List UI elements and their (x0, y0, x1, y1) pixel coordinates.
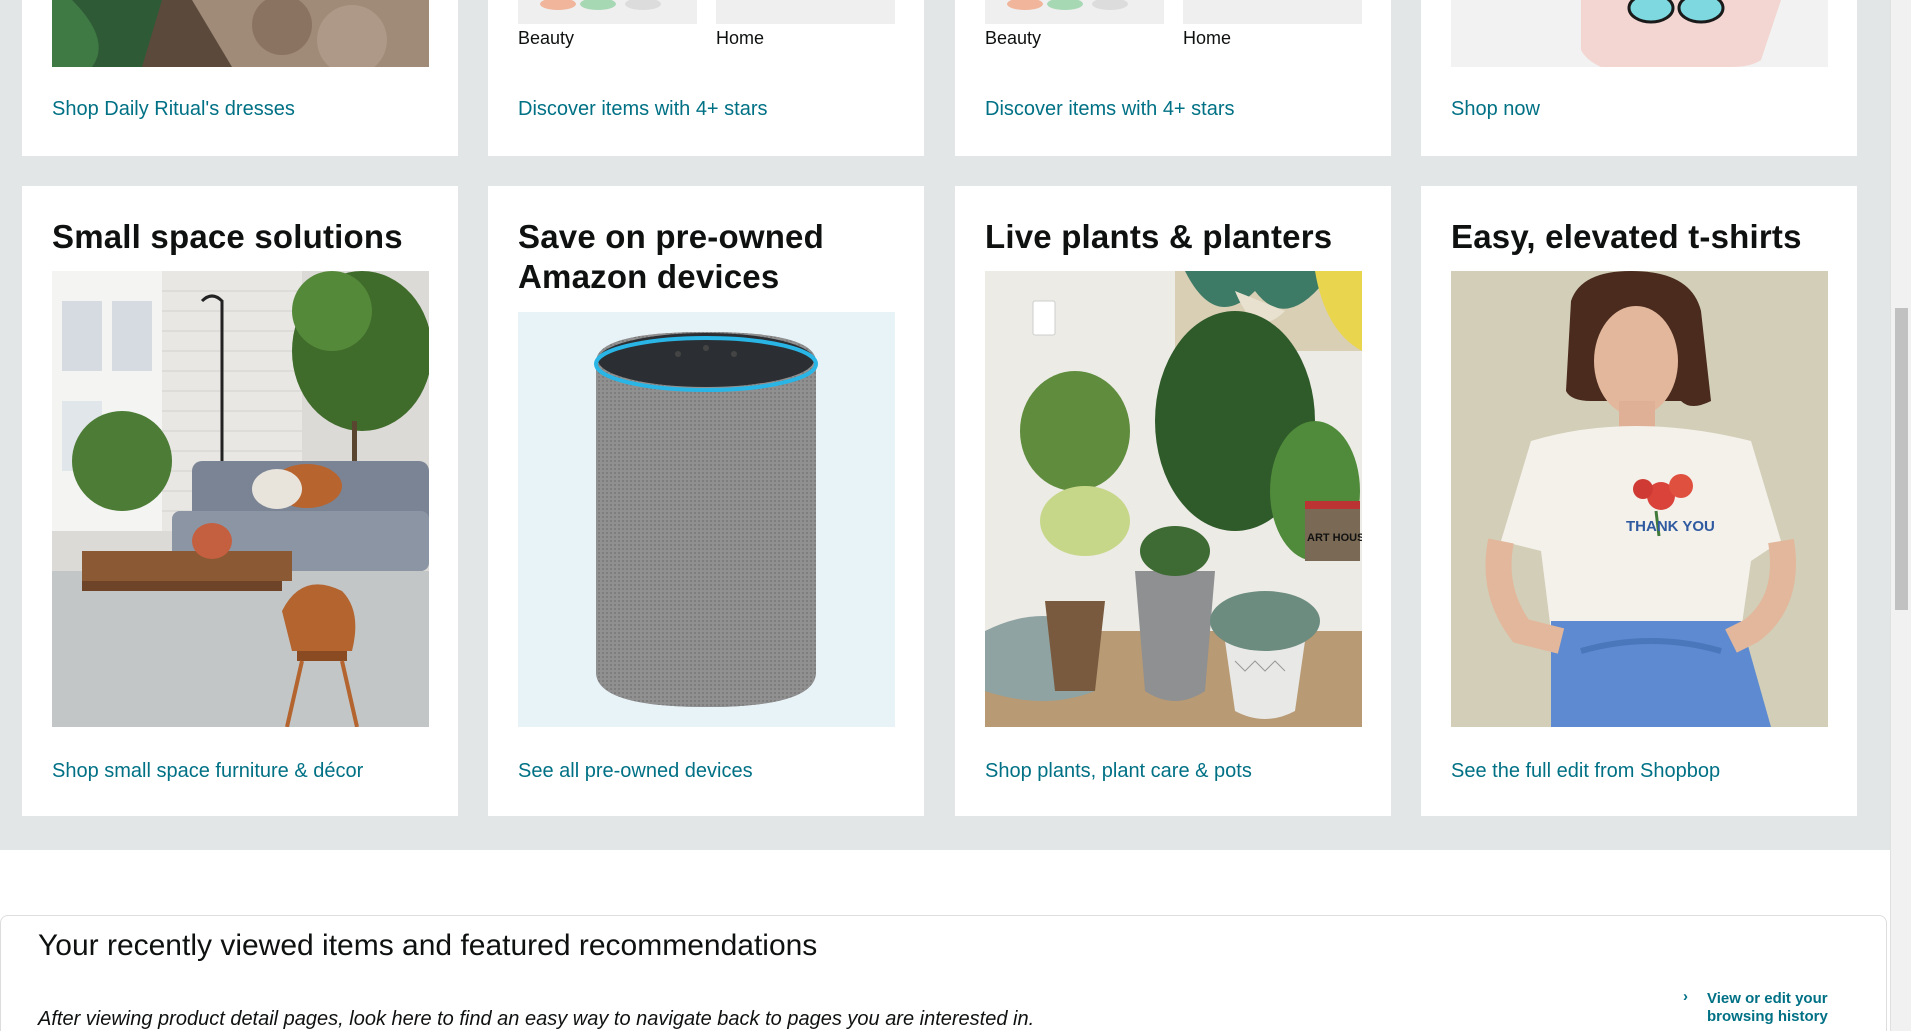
shop-daily-ritual-link[interactable]: Shop Daily Ritual's dresses (52, 98, 295, 121)
home-image[interactable] (1183, 0, 1362, 24)
category-label-home[interactable]: Home (1183, 28, 1231, 49)
plants-image[interactable]: ART HOUSE (985, 271, 1362, 727)
see-pre-owned-link[interactable]: See all pre-owned devices (518, 760, 753, 783)
home-image[interactable] (716, 0, 895, 24)
card-pre-owned-devices: Save on pre-owned Amazon devices See all… (488, 186, 924, 816)
beauty-image[interactable] (985, 0, 1164, 24)
card-title: Live plants & planters (985, 218, 1333, 255)
card-title: Small space solutions (52, 218, 403, 255)
card-small-space: Small space solutions Shop small space f… (22, 186, 458, 816)
page-viewport: Shop Daily Ritual's dresses Beauty Home … (0, 0, 1890, 1031)
dress-image[interactable] (52, 0, 429, 67)
living-room-image[interactable] (52, 271, 429, 727)
book-title: ART HOUSE (1307, 532, 1362, 544)
discover-4-stars-link[interactable]: Discover items with 4+ stars (518, 98, 768, 121)
card-tshirts: Easy, elevated t-shirts THANK YOU See th… (1421, 186, 1857, 816)
beauty-image[interactable] (518, 0, 697, 24)
category-label-beauty[interactable]: Beauty (518, 28, 574, 49)
tshirt-text: THANK YOU (1626, 518, 1715, 535)
phone-case-image[interactable] (1451, 0, 1828, 67)
card-title: Easy, elevated t-shirts (1451, 218, 1802, 255)
category-label-beauty[interactable]: Beauty (985, 28, 1041, 49)
tshirt-model-image[interactable]: THANK YOU (1451, 271, 1828, 727)
vertical-scrollbar[interactable] (1890, 0, 1911, 1031)
card-live-plants: Live plants & planters ART HOUSE (955, 186, 1391, 816)
card-4-stars-1: Beauty Home Discover items with 4+ stars (488, 0, 924, 156)
browsing-history-link[interactable]: View or edit your browsing history (1707, 990, 1837, 1026)
shop-now-link[interactable]: Shop now (1451, 98, 1540, 121)
see-shopbop-link[interactable]: See the full edit from Shopbop (1451, 760, 1720, 783)
recently-viewed-description: After viewing product detail pages, look… (38, 1008, 1035, 1030)
card-shop-now: Shop now (1421, 0, 1857, 156)
echo-device-image[interactable] (518, 312, 895, 727)
chevron-right-icon: › (1683, 988, 1688, 1005)
card-title: Save on pre-owned Amazon devices (518, 218, 824, 295)
card-daily-ritual: Shop Daily Ritual's dresses (22, 0, 458, 156)
shop-small-space-link[interactable]: Shop small space furniture & décor (52, 760, 363, 783)
scrollbar-thumb[interactable] (1895, 308, 1908, 610)
category-label-home[interactable]: Home (716, 28, 764, 49)
card-4-stars-2: Beauty Home Discover items with 4+ stars (955, 0, 1391, 156)
shop-plants-link[interactable]: Shop plants, plant care & pots (985, 760, 1252, 783)
discover-4-stars-link[interactable]: Discover items with 4+ stars (985, 98, 1235, 121)
recently-viewed-title: Your recently viewed items and featured … (38, 929, 818, 962)
